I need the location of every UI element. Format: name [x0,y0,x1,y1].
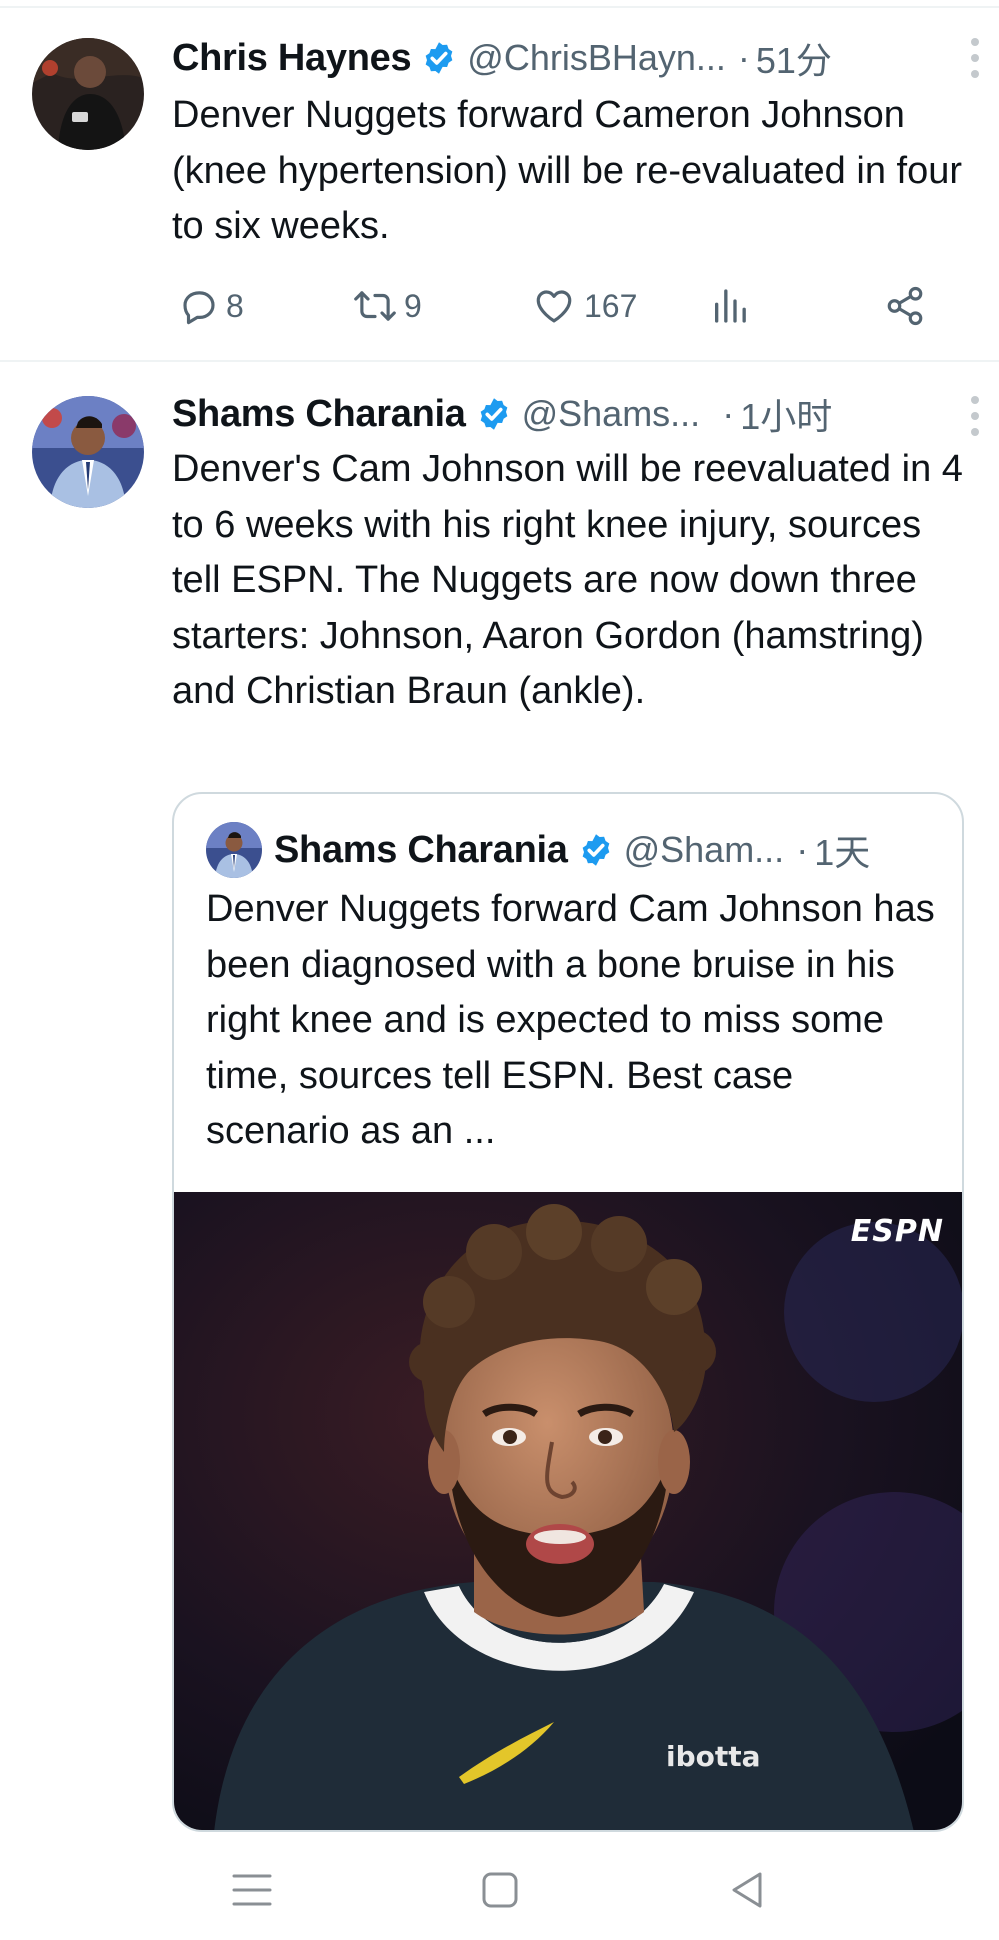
menu-nav-icon[interactable] [228,1866,276,1914]
like-icon [536,290,572,323]
back-nav-icon[interactable] [724,1866,772,1914]
retweet-icon [354,291,396,321]
views-button[interactable] [710,278,750,334]
home-nav-icon[interactable] [476,1866,524,1914]
reply-icon [183,291,215,325]
retweet-button[interactable]: 9 [352,278,422,334]
like-count: 167 [584,287,638,324]
player-photo [174,1192,962,1830]
share-button[interactable] [884,278,926,334]
more-icon[interactable] [969,396,981,436]
quote-timestamp: 1天 [814,832,871,873]
tweet-header: Chris Haynes @ChrisBHayn... · 51分 [172,32,975,84]
tweet-header: Shams Charania @Shams... · 1小时 [172,388,975,440]
system-nav-bar [0,1836,999,1940]
reply-button[interactable]: 8 [178,278,244,334]
quote-media-image[interactable]: ESPN ibotta [174,1192,962,1830]
like-button[interactable]: 167 [532,278,637,334]
tweet-text: Denver Nuggets forward Cameron Johnson (… [172,94,962,247]
retweet-count: 9 [404,287,422,324]
separator-dot: · [737,37,750,78]
timestamp[interactable]: 51分 [756,32,832,84]
more-icon[interactable] [969,38,981,78]
tweet-text: Denver's Cam Johnson will be reevaluated… [172,448,963,712]
quote-author-name: Shams Charania [274,828,568,871]
quoted-tweet[interactable]: Shams Charania @Sham... · 1天 Denver Nugg… [172,792,964,1832]
top-divider [0,6,999,8]
author-name[interactable]: Shams Charania [172,393,466,436]
views-icon [715,289,746,323]
verified-icon [425,42,453,74]
reply-count: 8 [226,287,244,324]
tweet-actions: 8 9 167 [172,278,952,334]
jersey-sponsor-text: ibotta [666,1740,761,1773]
espn-logo: ESPN [850,1214,944,1249]
verified-icon [582,834,609,866]
quote-avatar [206,822,262,878]
avatar[interactable] [32,396,144,508]
author-name[interactable]: Chris Haynes [172,37,412,80]
author-handle[interactable]: @ChrisBHayn... [467,37,726,79]
quote-header: Shams Charania @Sham... · 1天 [206,822,942,878]
separator-dot: · [722,393,735,434]
tweet-divider [0,360,999,362]
verified-icon [480,398,507,430]
quote-author-handle: @Sham... [623,829,785,870]
quote-text: Denver Nuggets forward Cam Johnson has b… [206,888,935,1152]
avatar[interactable] [32,38,144,150]
separator-dot: · [796,829,809,870]
timestamp[interactable]: 1小时 [740,388,832,440]
author-handle[interactable]: @Shams... [522,393,701,435]
share-icon [887,286,923,326]
